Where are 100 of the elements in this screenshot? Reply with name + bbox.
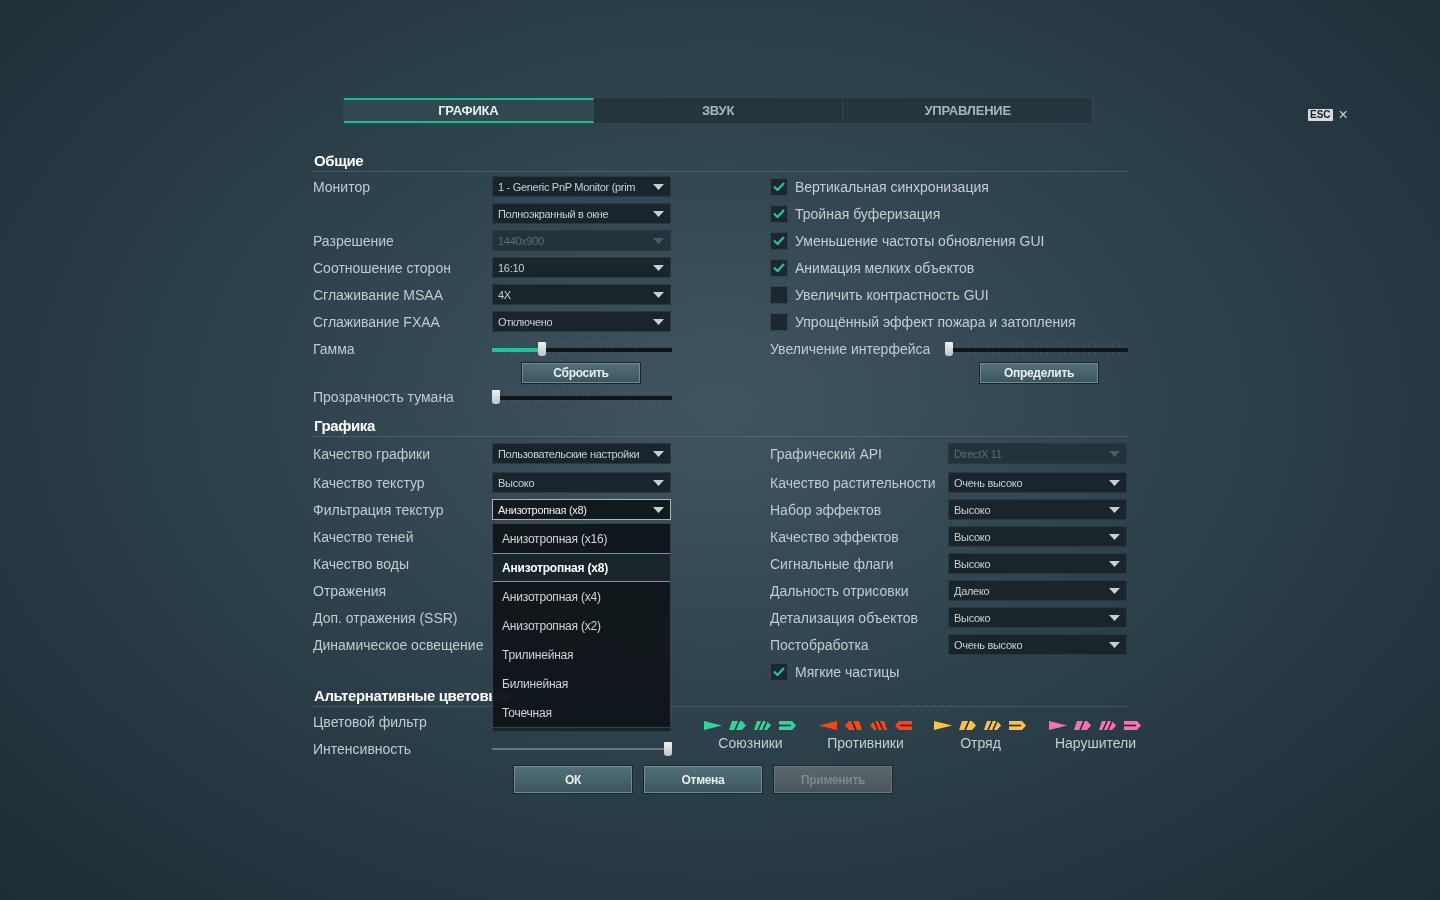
- setting-label: Сглаживание MSAA: [313, 286, 445, 303]
- setting-label: Набор эффектов: [770, 501, 883, 518]
- double-slashed-marker-icon: [869, 720, 887, 731]
- checkbox-label: Тройная буферизация: [795, 205, 941, 222]
- setting-label: Прозрачность тумана: [313, 388, 455, 405]
- caret-icon: [653, 183, 664, 190]
- slider-thumb[interactable]: [538, 341, 547, 356]
- caret-icon: [1109, 506, 1120, 513]
- dropdown-option[interactable]: Анизотропная (x4): [493, 582, 670, 611]
- legend-label: Отряд: [960, 735, 1001, 751]
- reset-button[interactable]: Сбросить: [522, 362, 640, 383]
- setting-label: Гамма: [313, 340, 356, 357]
- setting-label: Доп. отражения (SSR): [313, 609, 459, 626]
- setting-label: Графический API: [770, 445, 883, 462]
- slider-thumb[interactable]: [944, 341, 953, 356]
- setting-label: Фильтрация текстур: [313, 501, 445, 518]
- caret-icon: [653, 318, 664, 325]
- slashed-marker-icon: [844, 720, 862, 731]
- setting-label: Дальность отрисовки: [770, 582, 910, 599]
- setting-label: Цветовой фильтр: [313, 713, 428, 730]
- striped-marker-icon: [894, 720, 912, 731]
- checkbox[interactable]: [770, 231, 788, 250]
- dropdown-option[interactable]: Анизотропная (x8): [493, 553, 670, 582]
- striped-marker-icon: [1124, 720, 1142, 731]
- setting-label: Качество растительности: [770, 474, 937, 491]
- dropdown[interactable]: Высоко: [492, 472, 671, 493]
- setting-label: Интенсивность: [313, 740, 413, 757]
- tab[interactable]: ГРАФИКА: [344, 98, 594, 123]
- double-slashed-marker-icon: [754, 720, 772, 731]
- caret-icon: [653, 210, 664, 217]
- arrow-marker-icon: [704, 720, 722, 731]
- setting-label: Динамическое освещение: [313, 636, 485, 653]
- setting-label: Постобработка: [770, 636, 870, 653]
- dropdown[interactable]: Далеко: [948, 580, 1127, 601]
- caret-icon: [1109, 641, 1120, 648]
- setting-label: Соотношение сторон: [313, 259, 452, 276]
- setting-label: Детализация объектов: [770, 609, 919, 626]
- checkbox[interactable]: [770, 258, 788, 277]
- dialog-button[interactable]: Отмена: [644, 766, 762, 793]
- checkmark-icon: [773, 263, 785, 272]
- dropdown-option[interactable]: Анизотропная (x2): [493, 611, 670, 640]
- caret-icon: [653, 506, 664, 513]
- checkbox-label: Уменьшение частоты обновления GUI: [795, 232, 1045, 249]
- legend-label: Противники: [827, 735, 904, 751]
- caret-icon: [653, 237, 664, 244]
- striped-marker-icon: [779, 720, 797, 731]
- checkbox-label: Упрощённый эффект пожара и затопления: [795, 313, 1076, 330]
- legend-label: Союзники: [718, 735, 783, 751]
- checkbox-label: Вертикальная синхронизация: [795, 178, 989, 195]
- dropdown[interactable]: Высоко: [948, 553, 1127, 574]
- dropdown[interactable]: Высоко: [948, 607, 1127, 628]
- checkmark-icon: [773, 209, 785, 218]
- checkbox-label: Мягкие частицы: [795, 663, 900, 680]
- dropdown[interactable]: Полноэкранный в окне: [492, 203, 671, 224]
- dropdown-option[interactable]: Трилинейная: [493, 640, 670, 669]
- close-icon[interactable]: ×: [1338, 108, 1348, 122]
- dropdown[interactable]: 4X: [492, 284, 671, 305]
- tab[interactable]: УПРАВЛЕНИЕ: [843, 98, 1093, 123]
- checkbox[interactable]: [770, 312, 788, 331]
- caret-icon: [1109, 533, 1120, 540]
- caret-icon: [1109, 560, 1120, 567]
- checkmark-icon: [773, 667, 785, 676]
- dropdown[interactable]: Очень высоко: [948, 634, 1127, 655]
- caret-icon: [1109, 587, 1120, 594]
- caret-icon: [1109, 450, 1120, 457]
- checkbox[interactable]: [770, 177, 788, 196]
- dropdown-option[interactable]: Билинейная: [493, 669, 670, 698]
- double-slashed-marker-icon: [1099, 720, 1117, 731]
- slashed-marker-icon: [959, 720, 977, 731]
- detect-button[interactable]: Определить: [980, 362, 1098, 383]
- striped-marker-icon: [1009, 720, 1027, 731]
- setting-label: Качество теней: [313, 528, 415, 545]
- setting-label: Качество текстур: [313, 474, 426, 491]
- dialog-button[interactable]: ОК: [514, 766, 632, 793]
- section-title: Общие: [313, 152, 364, 171]
- setting-label: Сглаживание FXAA: [313, 313, 441, 330]
- dropdown[interactable]: Очень высоко: [948, 472, 1127, 493]
- slider-thumb[interactable]: [664, 741, 673, 756]
- dropdown[interactable]: Пользовательские настройки: [492, 443, 671, 464]
- checkbox[interactable]: [770, 662, 788, 681]
- caret-icon: [1109, 614, 1120, 621]
- caret-icon: [653, 479, 664, 486]
- dropdown[interactable]: Высоко: [948, 499, 1127, 520]
- checkbox[interactable]: [770, 204, 788, 223]
- dropdown[interactable]: 1 - Generic PnP Monitor (prim: [492, 176, 671, 197]
- arrow-marker-icon: [819, 720, 837, 731]
- setting-label: Отражения: [313, 582, 388, 599]
- dropdown[interactable]: Высоко: [948, 526, 1127, 547]
- dropdown[interactable]: 16:10: [492, 257, 671, 278]
- checkbox[interactable]: [770, 285, 788, 304]
- slashed-marker-icon: [1074, 720, 1092, 731]
- dropdown-option[interactable]: Анизотропная (x16): [493, 524, 670, 553]
- esc-key[interactable]: ESC: [1308, 109, 1333, 121]
- slider-thumb[interactable]: [491, 389, 500, 404]
- dropdown[interactable]: Отключено: [492, 311, 671, 332]
- dropdown[interactable]: Анизотропная (x8): [492, 499, 671, 520]
- double-slashed-marker-icon: [984, 720, 1002, 731]
- setting-label: Монитор: [313, 178, 371, 195]
- tab[interactable]: ЗВУК: [593, 98, 844, 123]
- caret-icon: [653, 264, 664, 271]
